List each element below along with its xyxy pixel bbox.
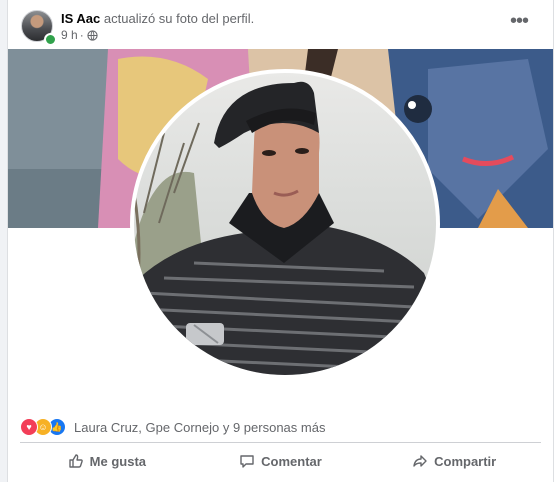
divider: [20, 442, 541, 443]
reaction-names[interactable]: Laura Cruz, Gpe Cornejo y 9 personas más: [74, 420, 325, 435]
post-action-text: actualizó su foto del perfil.: [103, 11, 255, 26]
post-actions: Me gusta Comentar Compartir: [20, 446, 541, 476]
author-name[interactable]: IS Aac: [61, 11, 100, 26]
comment-button[interactable]: Comentar: [194, 446, 368, 476]
post-title: IS Aac actualizó su foto del perfil.: [61, 11, 254, 26]
share-button[interactable]: Compartir: [367, 446, 541, 476]
like-icon: [68, 454, 83, 468]
post-meta: 9 h ·: [61, 28, 98, 42]
comment-label: Comentar: [261, 453, 322, 469]
share-label: Compartir: [434, 453, 497, 469]
reactions-summary[interactable]: ♥ ☺ 👍 Laura Cruz, Gpe Cornejo y 9 person…: [20, 418, 325, 436]
post-card: IS Aac actualizó su foto del perfil. 9 h…: [7, 0, 554, 482]
reaction-icons: ♥ ☺ 👍: [20, 418, 66, 436]
like-button[interactable]: Me gusta: [20, 446, 194, 476]
more-options-button[interactable]: •••: [507, 11, 531, 38]
profile-photo: [134, 81, 436, 375]
globe-icon[interactable]: [87, 29, 98, 41]
love-reaction-icon: ♥: [20, 418, 38, 436]
post-header: IS Aac actualizó su foto del perfil. 9 h…: [21, 10, 543, 46]
like-label: Me gusta: [89, 453, 146, 469]
profile-picture[interactable]: [130, 69, 440, 379]
share-icon: [413, 455, 427, 467]
post-time[interactable]: 9 h: [61, 28, 78, 42]
online-status-icon: [44, 33, 57, 46]
meta-separator: ·: [79, 28, 84, 42]
comment-icon: [240, 455, 254, 468]
